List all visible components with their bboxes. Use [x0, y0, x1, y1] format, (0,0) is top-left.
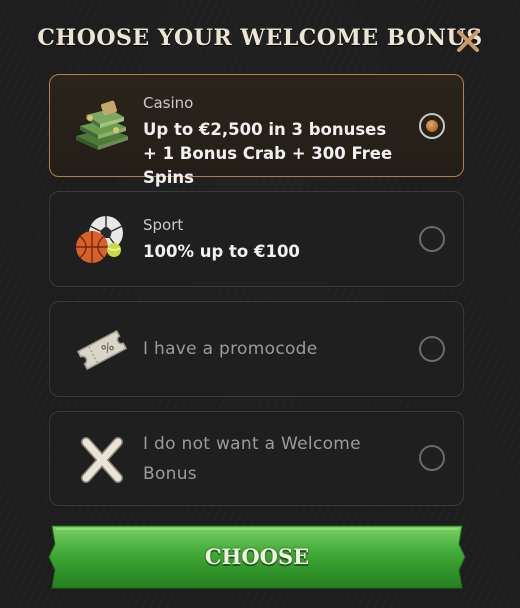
bonus-option-no-bonus[interactable]: I do not want a Welcome Bonus: [49, 411, 464, 506]
option-radio[interactable]: [419, 226, 445, 252]
option-radio[interactable]: [419, 336, 445, 362]
money-stack-icon: [72, 98, 132, 154]
bonus-option-casino[interactable]: Casino Up to €2,500 in 3 bonuses + 1 Bon…: [49, 74, 464, 187]
close-x-icon: [457, 30, 479, 52]
cross-icon: [72, 432, 132, 488]
option-label: I do not want a Welcome Bonus: [143, 434, 361, 484]
welcome-bonus-modal: CHOOSE YOUR WELCOME BONUS Casino Up to €…: [0, 0, 520, 608]
option-label: I have a promocode: [143, 339, 318, 359]
option-description: Up to €2,500 in 3 bonuses + 1 Bonus Crab…: [143, 120, 393, 187]
option-radio[interactable]: [419, 113, 445, 139]
option-description: 100% up to €100: [143, 242, 300, 261]
modal-title: CHOOSE YOUR WELCOME BONUS: [37, 25, 483, 51]
bonus-option-promocode[interactable]: % I have a promocode: [49, 301, 464, 397]
radio-selected-dot: [426, 120, 438, 132]
choose-button-label: CHOOSE: [204, 544, 310, 569]
option-radio[interactable]: [419, 445, 445, 471]
choose-button[interactable]: CHOOSE: [48, 524, 466, 590]
option-category: Sport: [143, 216, 184, 234]
close-button[interactable]: [455, 28, 481, 54]
option-category: Casino: [143, 94, 194, 112]
coupon-ticket-icon: %: [72, 322, 132, 378]
bonus-option-sport[interactable]: Sport 100% up to €100: [49, 191, 464, 287]
sport-balls-icon: [72, 212, 132, 268]
